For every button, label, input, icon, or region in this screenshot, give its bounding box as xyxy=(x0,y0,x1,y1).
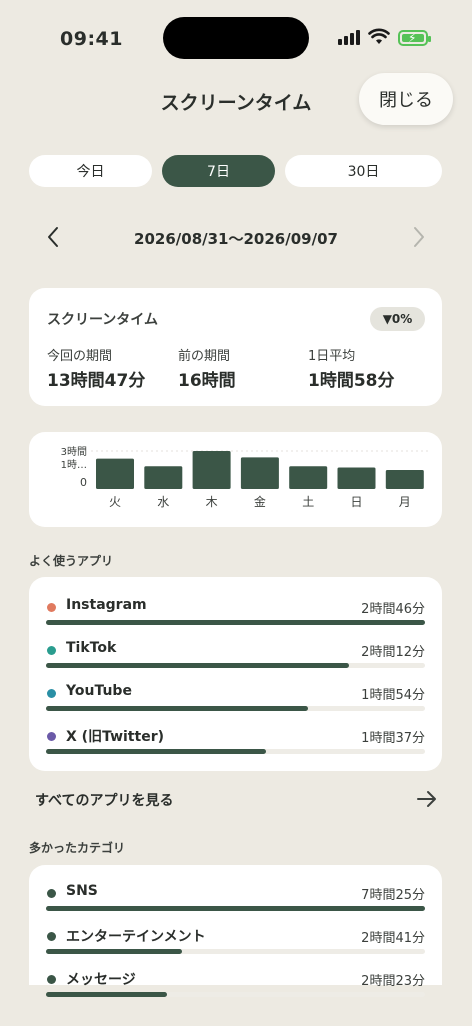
usage-bar-fill xyxy=(46,663,350,668)
change-badge: ▼0% xyxy=(370,307,425,331)
usage-bar-fill xyxy=(46,620,425,625)
x-tick-label: 火 xyxy=(109,495,121,509)
category-row-duration: 2時間41分 xyxy=(361,931,425,946)
status-time: 09:41 xyxy=(60,28,123,50)
app-row-duration: 2時間12分 xyxy=(361,645,425,660)
usage-bar-fill xyxy=(46,906,425,911)
x-tick-label: 土 xyxy=(302,495,314,509)
category-row-duration: 7時間25分 xyxy=(361,888,425,903)
x-tick-label: 金 xyxy=(254,494,266,509)
battery-charging-icon: ⚡ xyxy=(398,30,431,46)
chart-bar xyxy=(240,457,279,489)
app-color-dot xyxy=(47,975,56,984)
current-period-label: 今回の期間 xyxy=(47,349,113,364)
categories-section-title: 多かったカテゴリ xyxy=(29,841,126,855)
chevron-right-icon[interactable] xyxy=(406,224,430,250)
tab-30days[interactable]: 30日 xyxy=(285,155,442,187)
app-row-duration: 1時間54分 xyxy=(361,688,425,703)
app-color-dot xyxy=(47,732,56,741)
frequent-apps-section-title: よく使うアプリ xyxy=(29,554,114,568)
usage-bar-fill xyxy=(46,992,168,997)
x-tick-label: 日 xyxy=(350,495,362,509)
usage-bar-track xyxy=(46,620,425,625)
app-row-name: Instagram xyxy=(66,597,147,613)
usage-bar-track xyxy=(46,663,425,668)
category-row-name: メッセージ xyxy=(66,972,136,988)
usage-bar-fill xyxy=(46,749,266,754)
x-tick-label: 木 xyxy=(206,495,218,509)
previous-period-label: 前の期間 xyxy=(178,349,231,364)
chart-bar xyxy=(385,470,424,489)
wifi-icon xyxy=(368,28,390,44)
tab-today[interactable]: 今日 xyxy=(29,155,152,187)
usage-bar-fill xyxy=(46,949,183,954)
previous-period-value: 16時間 xyxy=(178,371,236,391)
app-row-name: YouTube xyxy=(66,683,132,699)
usage-bar-track xyxy=(46,749,425,754)
chart-bar xyxy=(289,466,328,489)
app-row-name: TikTok xyxy=(66,640,117,656)
category-row-name: エンターテインメント xyxy=(66,929,206,945)
app-row-duration: 2時間46分 xyxy=(361,602,425,617)
usage-bar-track xyxy=(46,949,425,954)
daily-average-value: 1時間58分 xyxy=(308,371,395,391)
date-range: 2026/08/31〜2026/09/07 xyxy=(134,230,338,248)
usage-bar-track xyxy=(46,906,425,911)
y-tick-label: 1時… xyxy=(61,459,87,471)
x-tick-label: 水 xyxy=(157,495,169,509)
tab-7days[interactable]: 7日 xyxy=(162,155,275,187)
usage-bar-track xyxy=(46,706,425,711)
chart-bar xyxy=(144,466,183,489)
arrow-right-icon[interactable] xyxy=(416,789,438,809)
app-color-dot xyxy=(47,689,56,698)
dynamic-island xyxy=(163,17,309,59)
app-color-dot xyxy=(47,603,56,612)
app-color-dot xyxy=(47,646,56,655)
close-button[interactable]: 閉じる xyxy=(359,73,453,125)
usage-bar-track xyxy=(46,992,425,997)
current-period-value: 13時間47分 xyxy=(47,371,146,391)
chart-bar xyxy=(192,451,231,489)
app-color-dot xyxy=(47,932,56,941)
daily-average-label: 1日平均 xyxy=(308,349,356,364)
app-row-name: X (旧Twitter) xyxy=(66,729,164,745)
y-tick-label: 0 xyxy=(80,476,87,489)
category-row-duration: 2時間23分 xyxy=(361,974,425,989)
chart-bar xyxy=(337,467,376,489)
chart-bar xyxy=(96,458,134,489)
x-tick-label: 月 xyxy=(399,495,411,509)
app-color-dot xyxy=(47,889,56,898)
weekly-bar-chart: 3時間 1時… 0 火 水 木 金 土 日 月 xyxy=(61,446,429,509)
summary-title: スクリーンタイム xyxy=(47,312,159,328)
category-row-name: SNS xyxy=(66,883,98,899)
app-row-duration: 1時間37分 xyxy=(361,731,425,746)
cellular-signal-icon xyxy=(338,30,360,45)
y-tick-label: 3時間 xyxy=(61,446,87,458)
usage-bar-fill xyxy=(46,706,308,711)
see-all-apps-link[interactable]: すべてのアプリを見る xyxy=(35,790,173,810)
